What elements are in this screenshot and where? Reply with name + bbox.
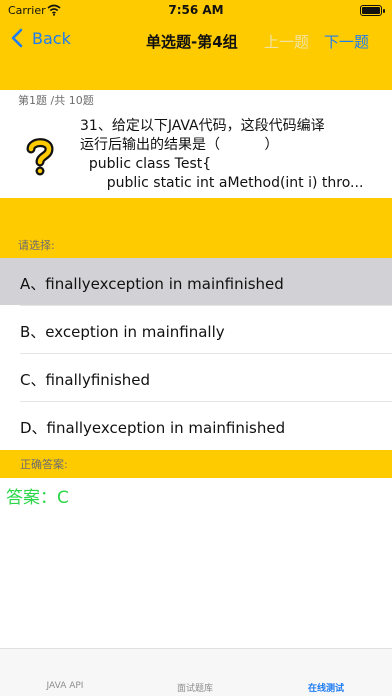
question-counter: 第1题 /共 10题 <box>18 94 94 107</box>
question-spacer <box>0 198 392 234</box>
question-line: 运行后输出的结果是（ ） <box>80 137 279 153</box>
tab-interview-questions[interactable]: 面试题库 <box>145 681 245 694</box>
question-line: 31、给定以下JAVA代码，这段代码编译 <box>80 118 325 134</box>
option-a[interactable]: A、finallyexception in mainfinished <box>0 258 392 305</box>
question-line: public static int aMethod(int i) thro... <box>80 175 364 191</box>
tab-java-api[interactable]: JAVA API <box>15 681 115 691</box>
battery-icon <box>360 5 385 16</box>
correct-answer: 答案：C <box>6 488 69 508</box>
status-bar: Carrier 7:56 AM <box>0 0 392 22</box>
status-time: 7:56 AM <box>168 3 224 17</box>
option-d[interactable]: D、finallyexception in mainfinished <box>0 402 392 449</box>
back-chevron-icon <box>11 28 23 48</box>
back-button[interactable]: Back <box>10 28 71 48</box>
choose-label: 请选择: <box>0 234 392 258</box>
prev-question-button[interactable]: 上一题 <box>264 31 309 52</box>
option-b[interactable]: B、exception in mainfinally <box>0 306 392 353</box>
question-mark-icon <box>26 138 54 176</box>
option-c[interactable]: C、finallyfinished <box>0 354 392 401</box>
page-title: 单选题-第4组 <box>146 33 238 51</box>
tab-bar: JAVA API 面试题库 在线测试 <box>0 648 392 696</box>
question-line: public class Test{ <box>80 156 212 172</box>
next-question-button[interactable]: 下一题 <box>324 31 369 52</box>
navigation-bar: Back 单选题-第4组 上一题 下一题 <box>0 22 392 62</box>
answer-label: 正确答案: <box>0 450 392 478</box>
back-label: Back <box>32 28 71 48</box>
question-text: 31、给定以下JAVA代码，这段代码编译 运行后输出的结果是（ ） public… <box>80 117 380 193</box>
tab-online-test[interactable]: 在线测试 <box>276 681 376 694</box>
